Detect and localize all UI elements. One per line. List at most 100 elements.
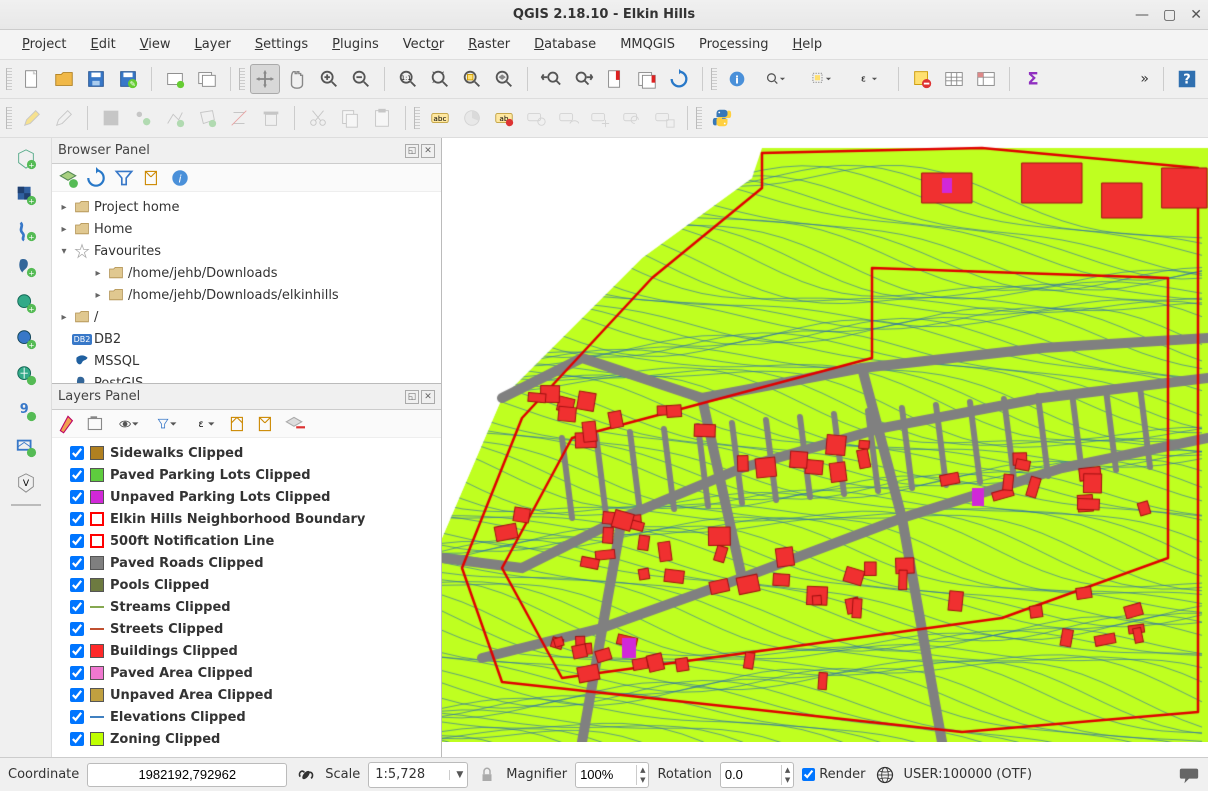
add-vector-icon[interactable]: + xyxy=(8,144,44,174)
add-virtual-icon[interactable] xyxy=(8,432,44,462)
layer-checkbox[interactable] xyxy=(70,666,84,680)
zoom-layer-icon[interactable] xyxy=(489,64,519,94)
print-composer-icon[interactable] xyxy=(160,64,190,94)
menu-project[interactable]: Project xyxy=(10,33,79,56)
menu-plugins[interactable]: Plugins xyxy=(320,33,391,56)
menu-database[interactable]: Database xyxy=(522,33,608,56)
new-project-icon[interactable] xyxy=(17,64,47,94)
layer-item[interactable]: Zoning Clipped xyxy=(52,728,441,750)
layer-item[interactable]: Streets Clipped xyxy=(52,618,441,640)
diagram-icon[interactable] xyxy=(457,103,487,133)
scale-dropdown[interactable]: 1:5,728▼ xyxy=(368,762,468,788)
help-icon[interactable]: ? xyxy=(1172,64,1202,94)
layer-expression-icon[interactable]: ε xyxy=(188,412,222,436)
layer-checkbox[interactable] xyxy=(70,600,84,614)
menu-processing[interactable]: Processing xyxy=(687,33,780,56)
label-change-icon[interactable] xyxy=(649,103,679,133)
close-button[interactable]: ✕ xyxy=(1190,7,1202,23)
open-project-icon[interactable] xyxy=(49,64,79,94)
paste-icon[interactable] xyxy=(367,103,397,133)
layer-item[interactable]: Paved Parking Lots Clipped xyxy=(52,464,441,486)
toolbar-overflow[interactable]: » xyxy=(1134,71,1155,87)
layer-item[interactable]: Sidewalks Clipped xyxy=(52,442,441,464)
edit-toggle-icon[interactable] xyxy=(17,103,47,133)
layer-checkbox[interactable] xyxy=(70,534,84,548)
map-canvas[interactable] xyxy=(442,138,1208,757)
label-show-icon[interactable] xyxy=(553,103,583,133)
field-calc-icon[interactable] xyxy=(971,64,1001,94)
new-shapefile-icon[interactable]: V xyxy=(8,468,44,498)
refresh-icon[interactable] xyxy=(664,64,694,94)
add-postgis-icon[interactable]: + xyxy=(8,252,44,282)
browser-close-icon[interactable]: ✕ xyxy=(421,144,435,158)
layer-checkbox[interactable] xyxy=(70,578,84,592)
copy-icon[interactable] xyxy=(335,103,365,133)
label-icon[interactable]: abc xyxy=(425,103,455,133)
layer-checkbox[interactable] xyxy=(70,490,84,504)
magnifier-input[interactable]: ▲▼ xyxy=(575,762,649,788)
browser-collapse-icon[interactable] xyxy=(140,166,164,190)
zoom-next-icon[interactable] xyxy=(568,64,598,94)
deselect-icon[interactable] xyxy=(907,64,937,94)
zoom-out-icon[interactable] xyxy=(346,64,376,94)
label-pin-icon[interactable] xyxy=(521,103,551,133)
layer-checkbox[interactable] xyxy=(70,556,84,570)
layers-undock-icon[interactable]: ◱ xyxy=(405,390,419,404)
layer-item[interactable]: 500ft Notification Line xyxy=(52,530,441,552)
browser-item[interactable]: ▸/home/jehb/Downloads xyxy=(52,262,441,284)
browser-undock-icon[interactable]: ◱ xyxy=(405,144,419,158)
rotation-input[interactable]: ▲▼ xyxy=(720,762,794,788)
browser-refresh-icon[interactable] xyxy=(84,166,108,190)
menu-view[interactable]: View xyxy=(128,33,183,56)
browser-item[interactable]: MSSQL xyxy=(52,350,441,372)
browser-filter-icon[interactable] xyxy=(112,166,136,190)
save-edits-icon[interactable] xyxy=(96,103,126,133)
menu-vector[interactable]: Vector xyxy=(391,33,456,56)
minimize-button[interactable]: — xyxy=(1135,7,1149,23)
browser-item[interactable]: ▾Favourites xyxy=(52,240,441,262)
maximize-button[interactable]: ▢ xyxy=(1163,7,1176,23)
zoom-in-icon[interactable] xyxy=(314,64,344,94)
add-line-icon[interactable] xyxy=(160,103,190,133)
browser-item[interactable]: DB2DB2 xyxy=(52,328,441,350)
layer-filter-icon[interactable] xyxy=(150,412,184,436)
pan-to-selection-icon[interactable] xyxy=(282,64,312,94)
render-checkbox[interactable] xyxy=(802,768,815,781)
add-layer-icon[interactable] xyxy=(56,166,80,190)
crs-icon[interactable] xyxy=(874,764,896,786)
layer-item[interactable]: Unpaved Area Clipped xyxy=(52,684,441,706)
layer-visibility-icon[interactable] xyxy=(112,412,146,436)
zoom-full-icon[interactable] xyxy=(425,64,455,94)
add-spatialite-icon[interactable]: + xyxy=(8,216,44,246)
menu-help[interactable]: Help xyxy=(780,33,834,56)
zoom-selection-icon[interactable] xyxy=(457,64,487,94)
add-wcs-icon[interactable]: + xyxy=(8,324,44,354)
browser-item[interactable]: ▸/home/jehb/Downloads/elkinhills xyxy=(52,284,441,306)
edit-node-icon[interactable] xyxy=(49,103,79,133)
label-move-icon[interactable] xyxy=(585,103,615,133)
stats-icon[interactable]: Σ xyxy=(1018,64,1048,94)
layer-collapse-icon[interactable] xyxy=(254,412,278,436)
add-raster-icon[interactable]: + xyxy=(8,180,44,210)
menu-mmqgis[interactable]: MMQGIS xyxy=(608,33,687,56)
layer-checkbox[interactable] xyxy=(70,644,84,658)
add-polygon-icon[interactable] xyxy=(192,103,222,133)
messages-icon[interactable] xyxy=(1178,764,1200,786)
identify-icon[interactable]: i xyxy=(722,64,752,94)
label-highlight-icon[interactable]: ab xyxy=(489,103,519,133)
layer-checkbox[interactable] xyxy=(70,512,84,526)
python-console-icon[interactable] xyxy=(707,103,737,133)
save-as-icon[interactable]: ✎ xyxy=(113,64,143,94)
menu-settings[interactable]: Settings xyxy=(243,33,320,56)
composer-manager-icon[interactable] xyxy=(192,64,222,94)
layers-list[interactable]: Sidewalks ClippedPaved Parking Lots Clip… xyxy=(52,438,441,757)
coordinate-input[interactable] xyxy=(87,763,287,787)
layer-item[interactable]: Elkin Hills Neighborhood Boundary xyxy=(52,508,441,530)
pan-icon[interactable] xyxy=(250,64,280,94)
new-bookmark-icon[interactable] xyxy=(600,64,630,94)
layer-item[interactable]: Streams Clipped xyxy=(52,596,441,618)
zoom-last-icon[interactable] xyxy=(536,64,566,94)
add-wfs-icon[interactable] xyxy=(8,360,44,390)
layer-item[interactable]: Elevations Clipped xyxy=(52,706,441,728)
layer-item[interactable]: Buildings Clipped xyxy=(52,640,441,662)
